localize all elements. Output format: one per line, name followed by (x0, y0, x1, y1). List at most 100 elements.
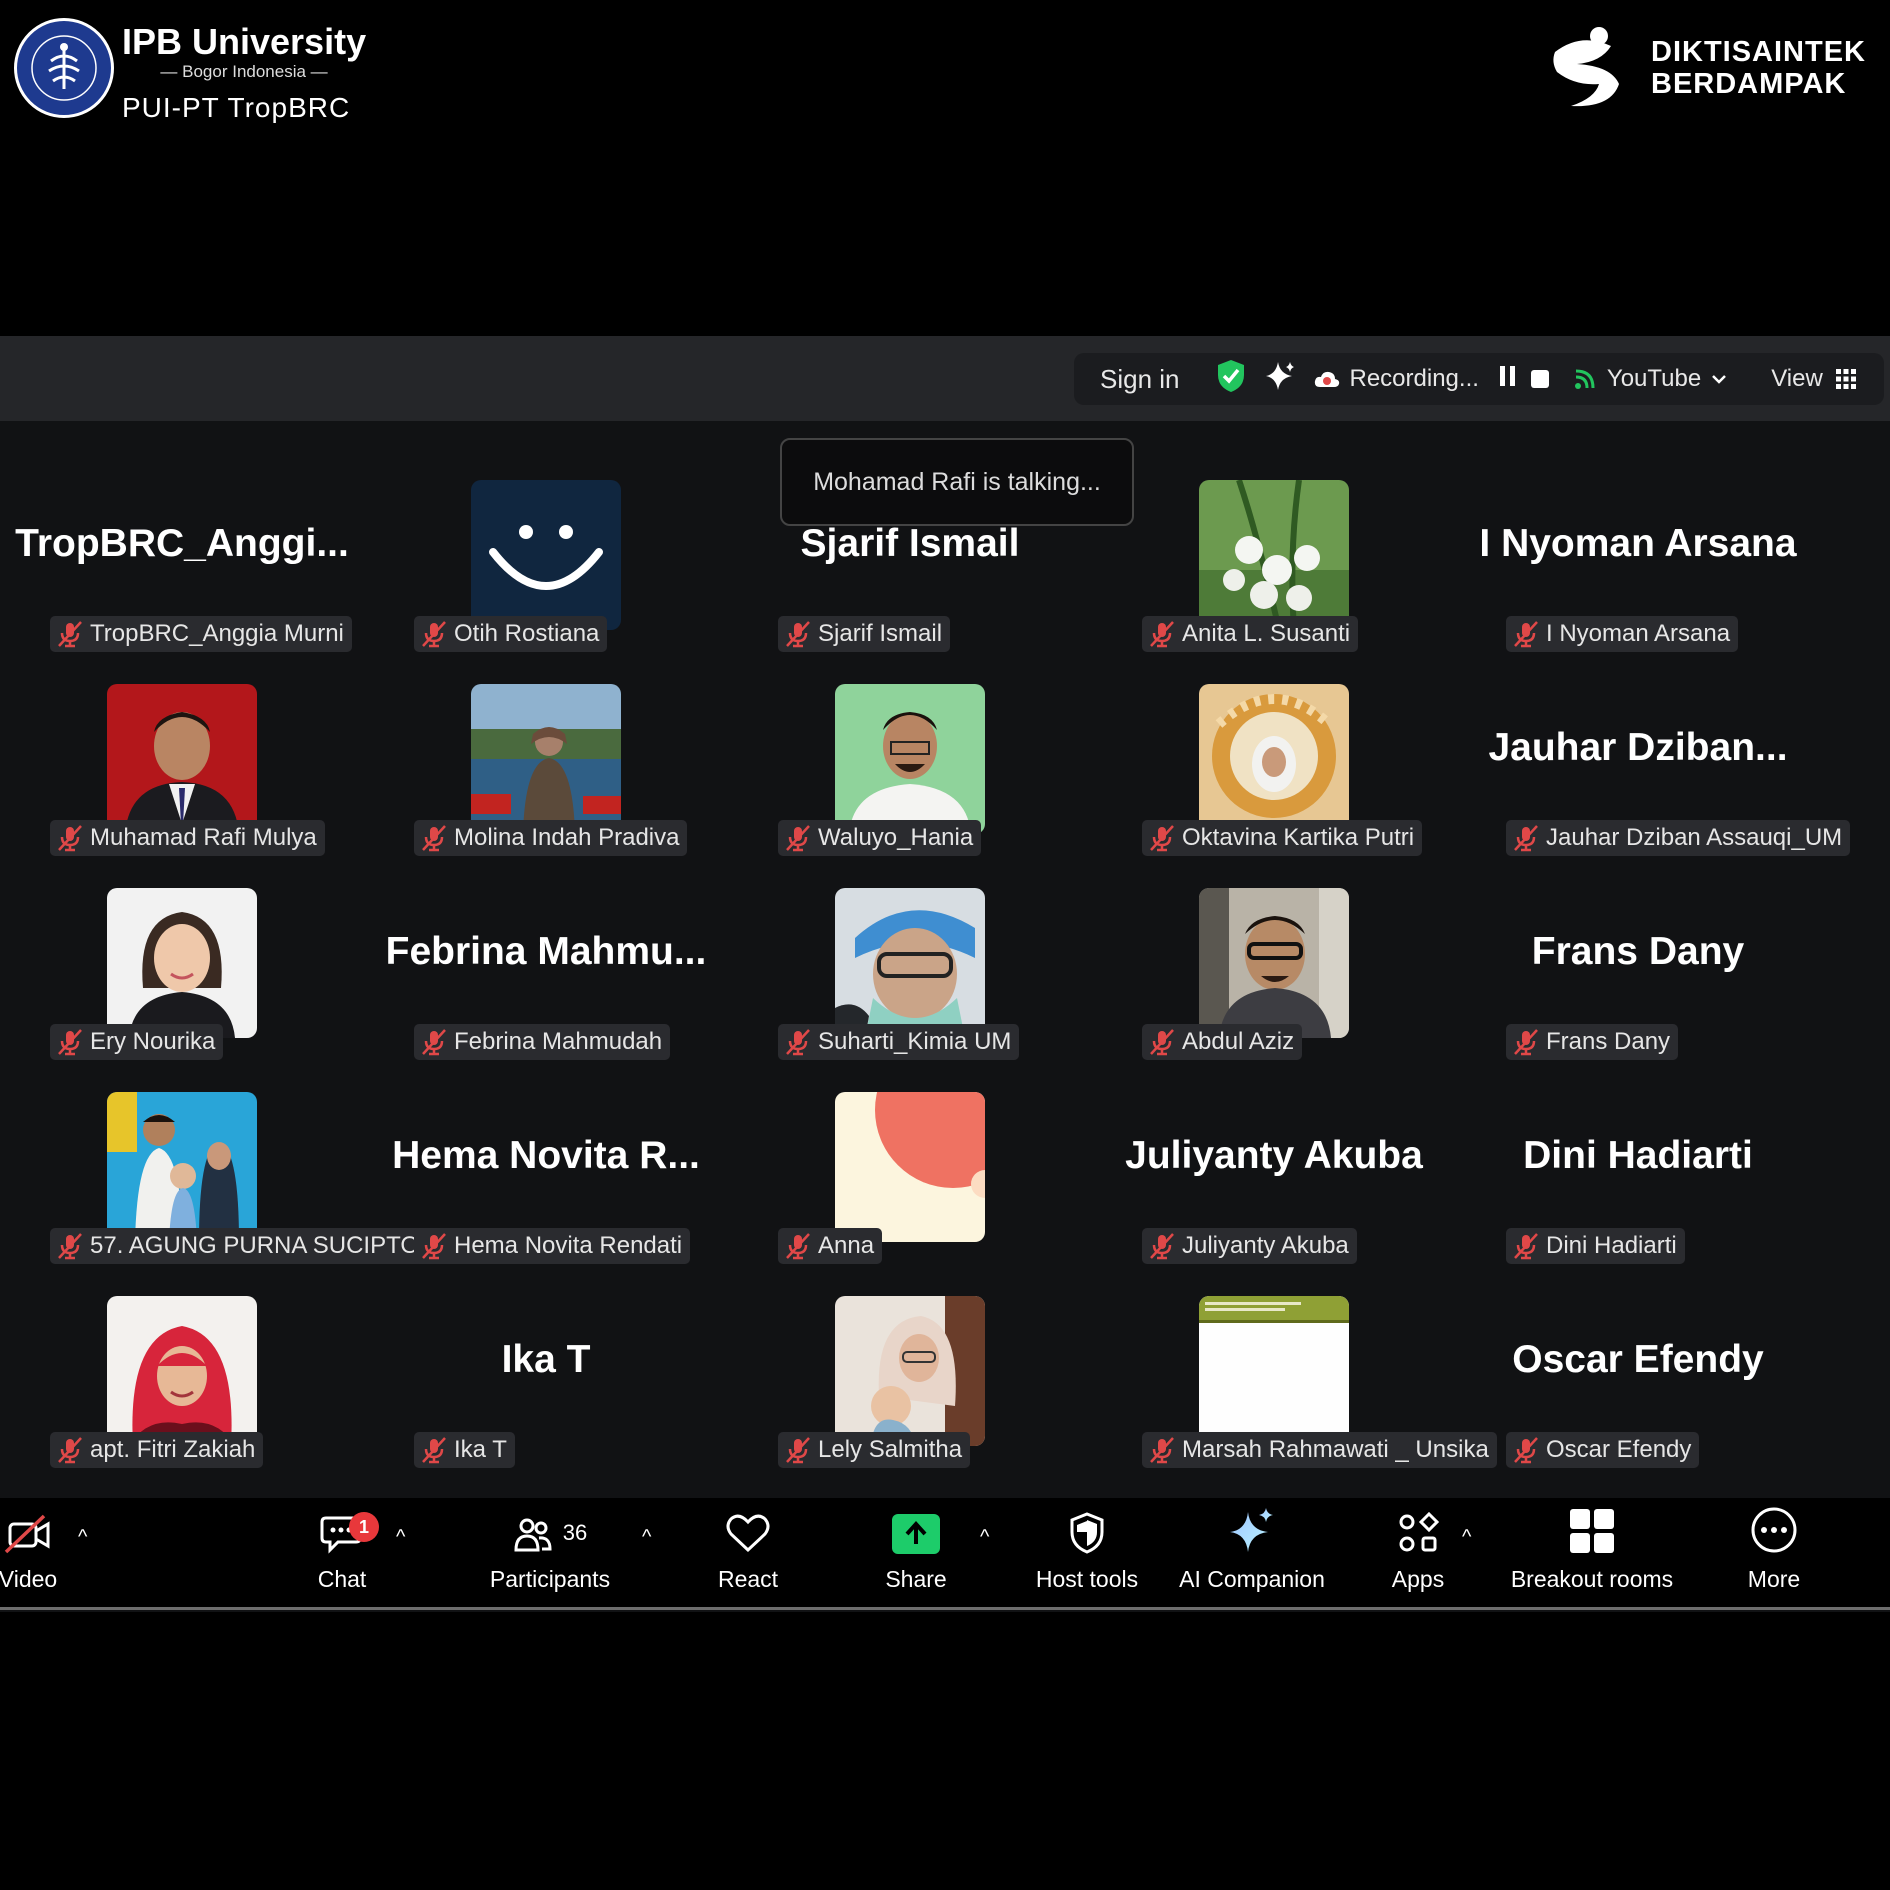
ipb-location: — Bogor Indonesia — (160, 62, 328, 81)
participant-tile[interactable]: Suharti_Kimia UM (728, 864, 1092, 1068)
participant-name-label: Abdul Aziz (1142, 1024, 1303, 1060)
host-tools-button[interactable]: Host tools (1028, 1498, 1146, 1608)
participant-name: Ika T (454, 1436, 507, 1463)
participant-name: Frans Dany (1546, 1028, 1671, 1055)
participant-tile[interactable]: Muhamad Rafi Mulya (0, 660, 364, 864)
participant-name: Anna (818, 1232, 875, 1259)
video-off-icon (4, 1514, 50, 1554)
participant-name-label: Ery Nourika (50, 1024, 224, 1060)
participant-name: Anita L. Susanti (1182, 620, 1351, 647)
participant-tile[interactable]: TropBRC_Anggi... TropBRC_Anggia Murni (0, 456, 364, 660)
participants-icon (514, 1518, 552, 1552)
participant-name: Muhamad Rafi Mulya (90, 824, 317, 851)
muted-mic-icon (422, 1029, 446, 1056)
participant-tile[interactable]: Juliyanty Akuba Juliyanty Akuba (1092, 1068, 1456, 1272)
ai-companion-button[interactable]: AI Companion (1176, 1498, 1328, 1608)
participant-name: Juliyanty Akuba (1182, 1232, 1349, 1259)
participants-button[interactable]: 36 Participants (482, 1498, 618, 1608)
participant-display-name: Juliyanty Akuba (1125, 1134, 1423, 1177)
muted-mic-icon (786, 1437, 810, 1464)
apps-button[interactable]: Apps (1376, 1498, 1460, 1608)
participants-options-caret-icon[interactable]: ^ (642, 1526, 651, 1549)
participant-avatar (471, 480, 621, 630)
pause-recording-icon[interactable] (1499, 365, 1517, 394)
participant-display-name: Sjarif Ismail (800, 522, 1020, 565)
participant-avatar (1199, 1296, 1349, 1446)
more-button[interactable]: More (1732, 1498, 1816, 1608)
security-shield-icon[interactable] (1216, 359, 1246, 400)
react-label: React (717, 1566, 779, 1592)
participant-name-label: Jauhar Dziban Assauqi_UM (1506, 820, 1851, 856)
muted-mic-icon (58, 1029, 82, 1056)
participant-name: Waluyo_Hania (818, 824, 974, 851)
muted-mic-icon (1150, 621, 1174, 648)
participant-display-name: TropBRC_Anggi... (15, 522, 349, 565)
participant-tile[interactable]: Lely Salmitha (728, 1272, 1092, 1476)
talking-indicator: Mohamad Rafi is talking... (780, 438, 1134, 526)
muted-mic-icon (1150, 825, 1174, 852)
participant-name: Sjarif Ismail (818, 620, 943, 647)
grid-view-icon (1835, 369, 1856, 389)
chat-options-caret-icon[interactable]: ^ (396, 1526, 405, 1549)
participant-tile[interactable]: Anna (728, 1068, 1092, 1272)
view-button[interactable]: View (1771, 365, 1857, 393)
participant-display-name: Febrina Mahmu... (385, 930, 707, 973)
participant-name-label: Frans Dany (1506, 1024, 1679, 1060)
share-options-caret-icon[interactable]: ^ (980, 1526, 989, 1549)
participant-tile[interactable]: Ika T Ika T (364, 1272, 728, 1476)
breakout-rooms-button[interactable]: Breakout rooms (1506, 1498, 1678, 1608)
recording-status[interactable]: Recording... (1314, 365, 1479, 393)
participant-tile[interactable]: Anita L. Susanti (1092, 456, 1456, 660)
participant-name-label: Juliyanty Akuba (1142, 1228, 1357, 1264)
youtube-label: YouTube (1606, 365, 1702, 392)
participant-display-name: Hema Novita R... (392, 1134, 700, 1177)
participant-tile[interactable]: apt. Fitri Zakiah (0, 1272, 364, 1476)
participant-avatar (1199, 888, 1349, 1038)
sign-in-button[interactable]: Sign in (1100, 364, 1180, 395)
participant-name-label: Molina Indah Pradiva (414, 820, 688, 856)
participant-avatar (835, 1092, 985, 1242)
participant-avatar (471, 684, 621, 834)
participant-tile[interactable]: Oscar Efendy Oscar Efendy (1456, 1272, 1820, 1476)
participant-name: Otih Rostiana (454, 620, 600, 647)
participant-avatar (107, 684, 257, 834)
participant-tile[interactable]: Dini Hadiarti Dini Hadiarti (1456, 1068, 1820, 1272)
muted-mic-icon (786, 1029, 810, 1056)
participant-name: Hema Novita Rendati (454, 1232, 683, 1259)
muted-mic-icon (58, 621, 82, 648)
participant-tile[interactable]: Hema Novita R... Hema Novita Rendati (364, 1068, 728, 1272)
participant-tile[interactable]: Molina Indah Pradiva (364, 660, 728, 864)
participant-tile[interactable]: Waluyo_Hania (728, 660, 1092, 864)
more-label: More (1747, 1566, 1801, 1592)
participant-name-label: Muhamad Rafi Mulya (50, 820, 325, 856)
participant-avatar (1199, 480, 1349, 630)
participant-tile[interactable]: Febrina Mahmu... Febrina Mahmudah (364, 864, 728, 1068)
participant-display-name: Jauhar Dziban... (1488, 726, 1788, 769)
participant-tile[interactable]: Oktavina Kartika Putri (1092, 660, 1456, 864)
participant-tile[interactable]: I Nyoman Arsana I Nyoman Arsana (1456, 456, 1820, 660)
react-button[interactable]: React (708, 1498, 788, 1608)
participant-name: Molina Indah Pradiva (454, 824, 680, 851)
participant-tile[interactable]: Otih Rostiana (364, 456, 728, 660)
participant-avatar (835, 888, 985, 1038)
video-button[interactable]: Video (0, 1498, 68, 1608)
video-options-caret-icon[interactable]: ^ (78, 1526, 87, 1549)
participant-name: Marsah Rahmawati _ Unsika (1182, 1436, 1489, 1463)
participant-display-name: Ika T (501, 1338, 591, 1381)
apps-options-caret-icon[interactable]: ^ (1462, 1526, 1471, 1549)
ai-companion-sparkle-icon (1230, 1508, 1273, 1552)
participant-tile[interactable]: Abdul Aziz (1092, 864, 1456, 1068)
participant-tile[interactable]: 57. AGUNG PURNA SUCIPTO (0, 1068, 427, 1272)
meeting-window: Sign in Recording... YouTube View TropBR… (0, 336, 1890, 1612)
participant-tile[interactable]: Marsah Rahmawati _ Unsika (1092, 1272, 1497, 1476)
participant-tile[interactable]: Ery Nourika (0, 864, 364, 1068)
youtube-stream-dropdown[interactable]: YouTube (1573, 365, 1727, 393)
stop-recording-icon[interactable] (1530, 370, 1549, 388)
share-button[interactable]: Share (876, 1498, 956, 1608)
muted-mic-icon (58, 1437, 82, 1464)
participant-name-label: Oktavina Kartika Putri (1142, 820, 1423, 856)
recording-label: Recording... (1349, 365, 1479, 392)
ai-sparkle-icon[interactable] (1264, 360, 1296, 399)
participant-tile[interactable]: Frans Dany Frans Dany (1456, 864, 1820, 1068)
participant-tile[interactable]: Jauhar Dziban... Jauhar Dziban Assauqi_UM (1456, 660, 1851, 864)
